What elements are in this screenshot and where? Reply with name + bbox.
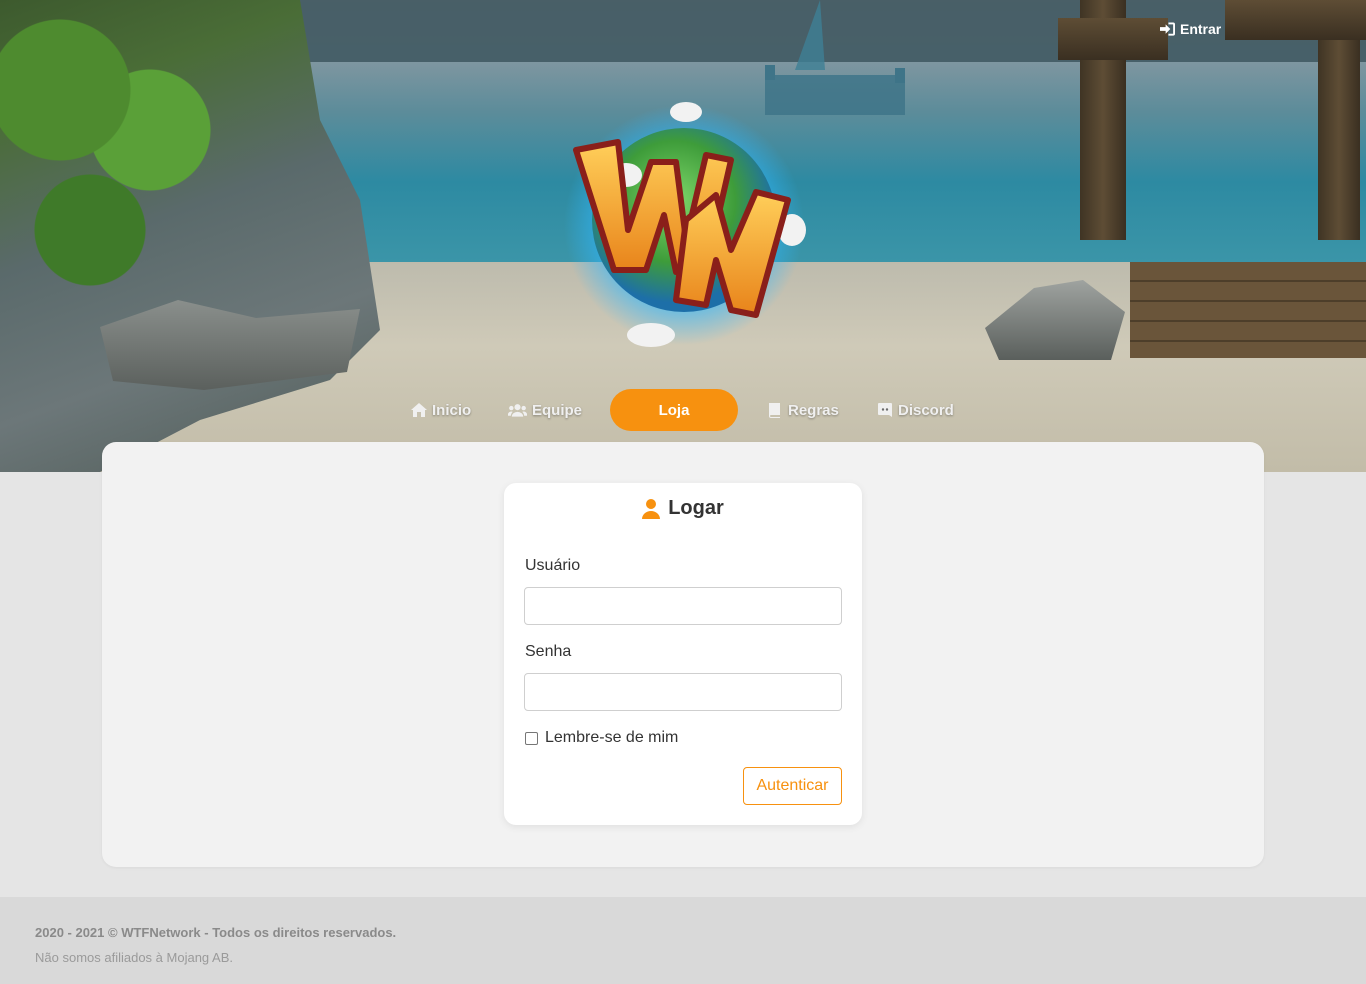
nav-item-label: Regras [788, 401, 839, 419]
username-input[interactable] [524, 587, 842, 625]
nav-item-loja[interactable]: Loja [610, 389, 738, 431]
book-icon [769, 403, 780, 418]
login-title-text: Logar [668, 497, 724, 519]
nav-item-label: Discord [898, 401, 954, 419]
wooden-deck [1130, 262, 1366, 358]
dock-beam-left [1058, 18, 1168, 60]
main-nav: Inicio Equipe Loja Regras Discord [0, 389, 1366, 431]
nav-item-label: Equipe [532, 401, 583, 419]
wtfnetwork-logo [564, 102, 806, 347]
discord-icon [878, 403, 892, 417]
remember-checkbox[interactable] [525, 731, 538, 745]
login-card-title: Logar [504, 497, 862, 520]
authenticate-button[interactable]: Autenticar [743, 767, 842, 805]
footer: 2020 - 2021 © WTFNetwork - Todos os dire… [0, 897, 1366, 984]
hero-banner: Entrar Inicio Equipe Loja Regras Discord [0, 0, 1366, 472]
trees [0, 10, 240, 310]
password-input[interactable] [524, 673, 842, 711]
nav-item-label: Inicio [432, 401, 472, 419]
sign-in-icon [1160, 22, 1175, 36]
nav-item-equipe[interactable]: Equipe [508, 389, 582, 431]
home-icon [411, 403, 427, 417]
remember-label: Lembre-se de mim [545, 729, 679, 746]
remember-me: Lembre-se de mim [525, 729, 678, 747]
nav-item-label: Loja [658, 401, 690, 419]
footer-disclaimer: Não somos afiliados à Mojang AB. [35, 950, 233, 965]
footer-copyright: 2020 - 2021 © WTFNetwork - Todos os dire… [35, 925, 397, 940]
login-link-label: Entrar [1180, 21, 1222, 37]
password-label: Senha [525, 643, 572, 660]
nav-item-regras[interactable]: Regras [767, 389, 839, 431]
user-icon [642, 498, 661, 519]
users-icon [508, 404, 527, 417]
dock-beam-right [1225, 0, 1366, 40]
login-link[interactable]: Entrar [1160, 21, 1221, 37]
ship-silhouette [765, 0, 905, 115]
login-card: Logar Usuário Senha Lembre-se de mim Aut… [504, 483, 862, 825]
nav-item-inicio[interactable]: Inicio [411, 389, 471, 431]
username-label: Usuário [525, 557, 581, 574]
nav-item-discord[interactable]: Discord [877, 389, 954, 431]
